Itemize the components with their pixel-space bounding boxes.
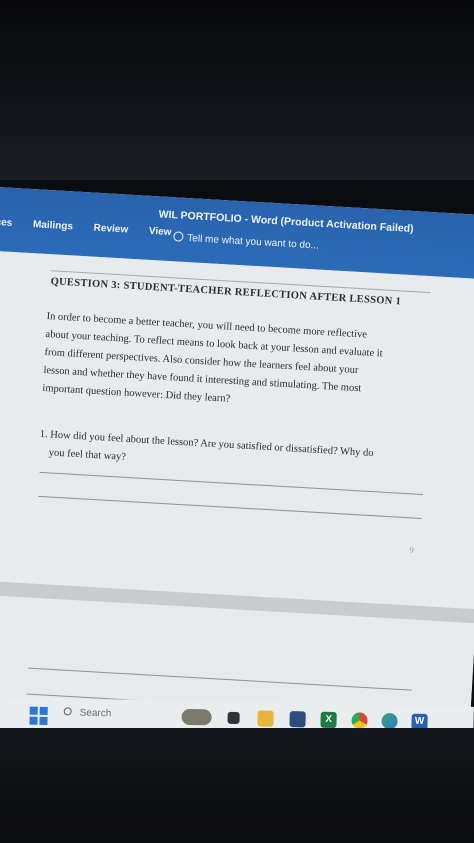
- window-title: WIL PORTFOLIO - Word (Product Activation…: [158, 208, 414, 236]
- task-view-icon[interactable]: [227, 711, 240, 725]
- tell-me-box[interactable]: Tell me what you want to do...: [173, 231, 320, 252]
- document-page[interactable]: QUESTION 3: STUDENT-TEACHER REFLECTION A…: [0, 249, 474, 610]
- edge-icon[interactable]: [381, 712, 398, 730]
- widget-icon[interactable]: [181, 708, 212, 726]
- excel-icon[interactable]: X: [320, 711, 337, 729]
- word-window: WIL PORTFOLIO - Word (Product Activation…: [0, 186, 474, 776]
- tab-mailings[interactable]: Mailings: [33, 219, 74, 232]
- instructions-paragraph: In order to become a better teacher, you…: [42, 308, 439, 420]
- tab-view[interactable]: View: [149, 226, 172, 238]
- answer-line[interactable]: [38, 495, 422, 519]
- background-top: [0, 0, 474, 180]
- background-bottom: [0, 728, 474, 843]
- page-number: 9: [409, 545, 415, 555]
- chrome-icon[interactable]: [351, 712, 368, 729]
- store-icon[interactable]: [289, 711, 306, 728]
- lightbulb-icon: [173, 231, 184, 242]
- search-placeholder: Search: [79, 707, 112, 720]
- file-explorer-icon[interactable]: [257, 710, 274, 727]
- tab-references[interactable]: ences: [0, 216, 13, 229]
- answer-line[interactable]: [28, 667, 412, 691]
- tell-me-text: Tell me what you want to do...: [187, 233, 320, 252]
- windows-start-icon[interactable]: [29, 706, 48, 725]
- tab-review[interactable]: Review: [93, 223, 128, 236]
- taskbar-search[interactable]: Search: [63, 707, 112, 720]
- search-icon: [63, 707, 72, 716]
